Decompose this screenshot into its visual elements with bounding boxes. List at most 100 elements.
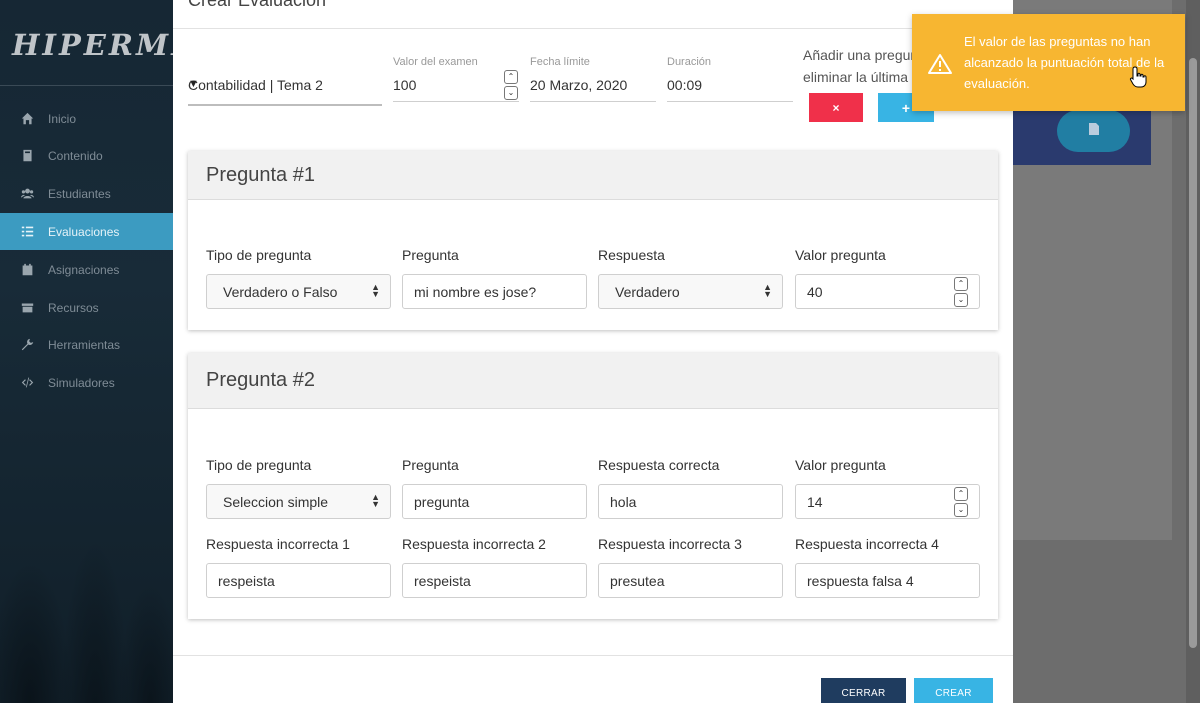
sidebar-divider xyxy=(0,85,173,86)
sidebar-item-contenido[interactable]: Contenido xyxy=(0,137,173,174)
add-question-hint-line2: eliminar la última xyxy=(803,69,909,85)
wrong-answer-3-value: presutea xyxy=(610,572,665,589)
sidebar-item-label: Contenido xyxy=(48,148,103,163)
question-type-label: Tipo de pregunta xyxy=(206,457,312,473)
file-icon xyxy=(1088,122,1099,140)
modal-footer-divider xyxy=(173,655,1013,656)
book-icon xyxy=(20,149,34,163)
sidebar-item-label: Evaluaciones xyxy=(48,224,120,239)
wrong-answer-4-input[interactable]: respuesta falsa 4 xyxy=(795,563,980,598)
points-value: 40 xyxy=(807,283,823,300)
question-text-label: Pregunta xyxy=(402,457,459,473)
exam-value-input[interactable]: 100 xyxy=(393,77,416,93)
warning-icon xyxy=(928,54,952,74)
question-type-value: Verdadero o Falso xyxy=(223,283,338,300)
exam-value-label: Valor del examen xyxy=(393,56,478,68)
page-scrollbar[interactable] xyxy=(1186,0,1200,703)
question-text-input[interactable]: pregunta xyxy=(402,484,587,519)
points-stepper[interactable]: ⌃ ⌄ xyxy=(954,277,968,307)
modal-header-divider xyxy=(173,28,1013,29)
sidebar-item-inicio[interactable]: Inicio xyxy=(0,100,173,137)
stepper-up-icon[interactable]: ⌃ xyxy=(954,277,968,291)
wrong-answer-3-input[interactable]: presutea xyxy=(598,563,783,598)
add-question-hint: Añadir una pregunta eliminar la última xyxy=(803,44,923,88)
question-card-1: Pregunta #1 Tipo de pregunta Pregunta Re… xyxy=(188,151,998,330)
users-icon xyxy=(20,187,34,201)
wrong-answer-1-label: Respuesta incorrecta 1 xyxy=(206,536,350,552)
sidebar-item-label: Simuladores xyxy=(48,375,115,390)
add-question-hint-line1: Añadir una pregunta xyxy=(803,47,923,63)
sidebar-item-label: Herramientas xyxy=(48,337,121,352)
answer-select[interactable]: Verdadero ▲ ▼ xyxy=(598,274,783,309)
sidebar-item-evaluaciones[interactable]: Evaluaciones xyxy=(0,213,173,250)
caret-down-icon: ▼ xyxy=(188,78,199,90)
wrong-answer-1-input[interactable]: respeista xyxy=(206,563,391,598)
question-title: Pregunta #1 xyxy=(188,151,998,200)
sidebar-item-label: Inicio xyxy=(48,111,77,126)
sidebar-item-label: Estudiantes xyxy=(48,186,111,201)
deadline-field[interactable]: Fecha límite 20 Marzo, 2020 xyxy=(530,56,656,102)
home-icon xyxy=(20,112,34,126)
deadline-input[interactable]: 20 Marzo, 2020 xyxy=(530,77,627,93)
duration-label: Duración xyxy=(667,56,712,68)
remove-question-button[interactable]: × xyxy=(809,93,863,122)
question-text-value: pregunta xyxy=(414,493,470,510)
duration-field[interactable]: Duración 00:09 xyxy=(667,56,793,102)
points-stepper[interactable]: ⌃ ⌄ xyxy=(954,487,968,517)
points-label: Valor pregunta xyxy=(795,247,886,263)
stepper-up-icon[interactable]: ⌃ xyxy=(954,487,968,501)
question-title: Pregunta #2 xyxy=(188,353,998,409)
close-button[interactable]: CERRAR xyxy=(821,678,906,703)
select-arrows-icon: ▲ ▼ xyxy=(371,492,380,509)
wrench-icon xyxy=(20,338,34,352)
question-type-select[interactable]: Seleccion simple ▲ ▼ xyxy=(206,484,391,519)
create-button[interactable]: CREAR xyxy=(914,678,993,703)
select-arrows-icon: ▲ ▼ xyxy=(763,282,772,299)
modal-title: Crear Evaluación xyxy=(188,0,327,10)
course-select[interactable]: Contabilidad | Tema 2 ▼ xyxy=(188,64,382,106)
question-type-label: Tipo de pregunta xyxy=(206,247,312,263)
wrong-answer-2-label: Respuesta incorrecta 2 xyxy=(402,536,546,552)
stepper-down-icon[interactable]: ⌄ xyxy=(954,293,968,307)
stepper-up-icon[interactable]: ⌃ xyxy=(504,70,518,84)
sidebar-item-asignaciones[interactable]: Asignaciones xyxy=(0,251,173,288)
points-input[interactable]: 14 ⌃ ⌄ xyxy=(795,484,980,519)
question-text-label: Pregunta xyxy=(402,247,459,263)
hand-cursor-icon xyxy=(1129,66,1147,88)
scrollbar-thumb[interactable] xyxy=(1189,58,1197,648)
question-type-select[interactable]: Verdadero o Falso ▲ ▼ xyxy=(206,274,391,309)
tasks-icon xyxy=(20,225,34,239)
sidebar-item-simuladores[interactable]: Simuladores xyxy=(0,364,173,401)
question-type-value: Seleccion simple xyxy=(223,493,329,510)
exam-value-field[interactable]: Valor del examen 100 ⌃ ⌄ xyxy=(393,56,519,102)
points-value: 14 xyxy=(807,493,823,510)
points-input[interactable]: 40 ⌃ ⌄ xyxy=(795,274,980,309)
correct-answer-input[interactable]: hola xyxy=(598,484,783,519)
exam-value-stepper[interactable]: ⌃ ⌄ xyxy=(504,70,518,100)
code-icon xyxy=(20,376,34,390)
calendar-icon xyxy=(20,263,34,277)
stepper-down-icon[interactable]: ⌄ xyxy=(954,503,968,517)
app-logo: HIPERMED xyxy=(12,28,173,62)
correct-answer-label: Respuesta correcta xyxy=(598,457,720,473)
question-card-2: Pregunta #2 Tipo de pregunta Pregunta Re… xyxy=(188,353,998,619)
background-pdf-button xyxy=(1057,110,1130,152)
wrong-answer-1-value: respeista xyxy=(218,572,275,589)
stepper-down-icon[interactable]: ⌄ xyxy=(504,86,518,100)
sidebar-item-label: Asignaciones xyxy=(48,262,120,277)
question-text-value: mi nombre es jose? xyxy=(414,283,537,300)
sidebar-item-herramientas[interactable]: Herramientas xyxy=(0,326,173,363)
duration-input[interactable]: 00:09 xyxy=(667,77,702,93)
sidebar: HIPERMED Inicio Contenido Estudiantes Ev… xyxy=(0,0,173,703)
deadline-label: Fecha límite xyxy=(530,56,590,68)
sidebar-item-label: Recursos xyxy=(48,300,99,315)
sidebar-item-recursos[interactable]: Recursos xyxy=(0,289,173,326)
warning-toast[interactable]: El valor de las preguntas no han alcanza… xyxy=(912,14,1185,111)
create-evaluation-modal: Crear Evaluación Contabilidad | Tema 2 ▼… xyxy=(173,0,1013,703)
wrong-answer-4-label: Respuesta incorrecta 4 xyxy=(795,536,939,552)
sidebar-item-estudiantes[interactable]: Estudiantes xyxy=(0,175,173,212)
answer-value: Verdadero xyxy=(615,283,680,300)
wrong-answer-4-value: respuesta falsa 4 xyxy=(807,572,914,589)
question-text-input[interactable]: mi nombre es jose? xyxy=(402,274,587,309)
wrong-answer-2-input[interactable]: respeista xyxy=(402,563,587,598)
